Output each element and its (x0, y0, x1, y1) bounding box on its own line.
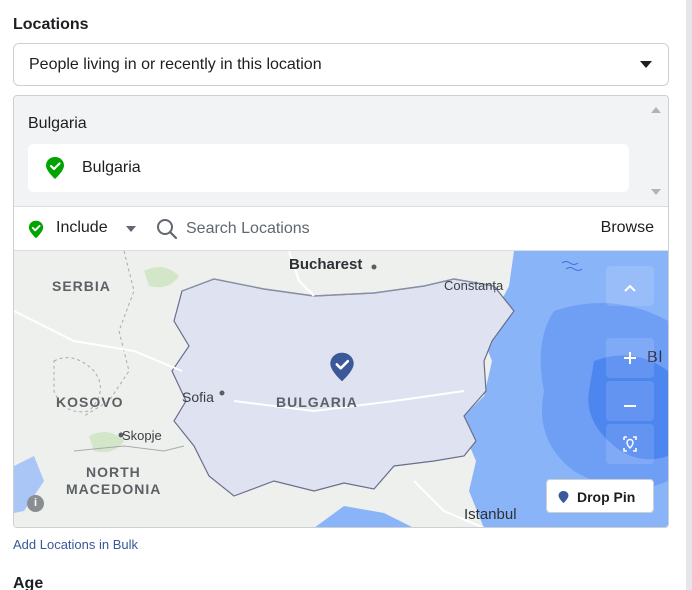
zoom-in-button[interactable] (606, 338, 654, 378)
map-label-bulgaria: BULGARIA (276, 394, 358, 410)
selected-locations-list: Bulgaria Bulgaria (14, 96, 668, 207)
selected-location-chip[interactable]: Bulgaria (28, 144, 629, 192)
map-city-sofia: Sofia (182, 389, 214, 405)
search-locations-input[interactable] (186, 215, 566, 243)
map-info-icon[interactable]: i (27, 495, 44, 512)
map-city-istanbul: Istanbul (464, 506, 517, 523)
scroll-down-icon[interactable] (651, 189, 661, 195)
drop-pin-label: Drop Pin (577, 489, 636, 505)
include-pin-icon (28, 220, 44, 244)
my-location-button[interactable] (606, 424, 654, 464)
map-label-kosovo: KOSOVO (56, 394, 124, 410)
minus-icon (624, 405, 636, 407)
zoom-out-button[interactable] (606, 381, 654, 421)
selected-country-heading: Bulgaria (28, 115, 87, 132)
location-map[interactable]: SERBIA KOSOVO NORTH MACEDONIA BULGARIA B… (14, 251, 668, 527)
map-collapse-button[interactable] (606, 266, 654, 306)
drop-pin-button[interactable]: Drop Pin (546, 479, 654, 513)
locations-title: Locations (13, 16, 89, 33)
map-city-constanta: Constanța (444, 278, 504, 293)
age-section-title: Age (13, 575, 44, 590)
location-type-dropdown[interactable]: People living in or recently in this loc… (13, 43, 669, 86)
map-label-serbia: SERBIA (52, 278, 111, 294)
include-selector[interactable]: Include (56, 219, 108, 237)
map-city-skopje: Skopje (122, 428, 162, 443)
map-label-north: NORTH (86, 464, 141, 480)
selected-location-label: Bulgaria (82, 159, 141, 176)
add-locations-in-bulk-link[interactable]: Add Locations in Bulk (13, 537, 138, 552)
location-type-value: People living in or recently in this loc… (29, 56, 322, 73)
drop-pin-icon (558, 490, 569, 509)
caret-down-icon (640, 61, 652, 68)
chevron-up-icon (624, 284, 636, 292)
location-search-row: Include Browse (14, 207, 668, 251)
include-caret-icon[interactable] (126, 226, 136, 232)
map-city-bucharest: Bucharest (289, 256, 363, 273)
scroll-up-icon[interactable] (651, 107, 661, 113)
locations-panel: Bulgaria Bulgaria Include Search Locatio… (13, 95, 669, 528)
browse-button[interactable]: Browse (601, 219, 654, 237)
map-location-pin-icon[interactable] (329, 351, 355, 388)
scrollbar-track[interactable] (686, 0, 692, 590)
plus-icon (624, 352, 636, 364)
check-pin-icon (45, 156, 65, 185)
search-icon (156, 218, 178, 245)
map-label-macedonia: MACEDONIA (66, 481, 162, 497)
locate-icon (623, 436, 637, 452)
